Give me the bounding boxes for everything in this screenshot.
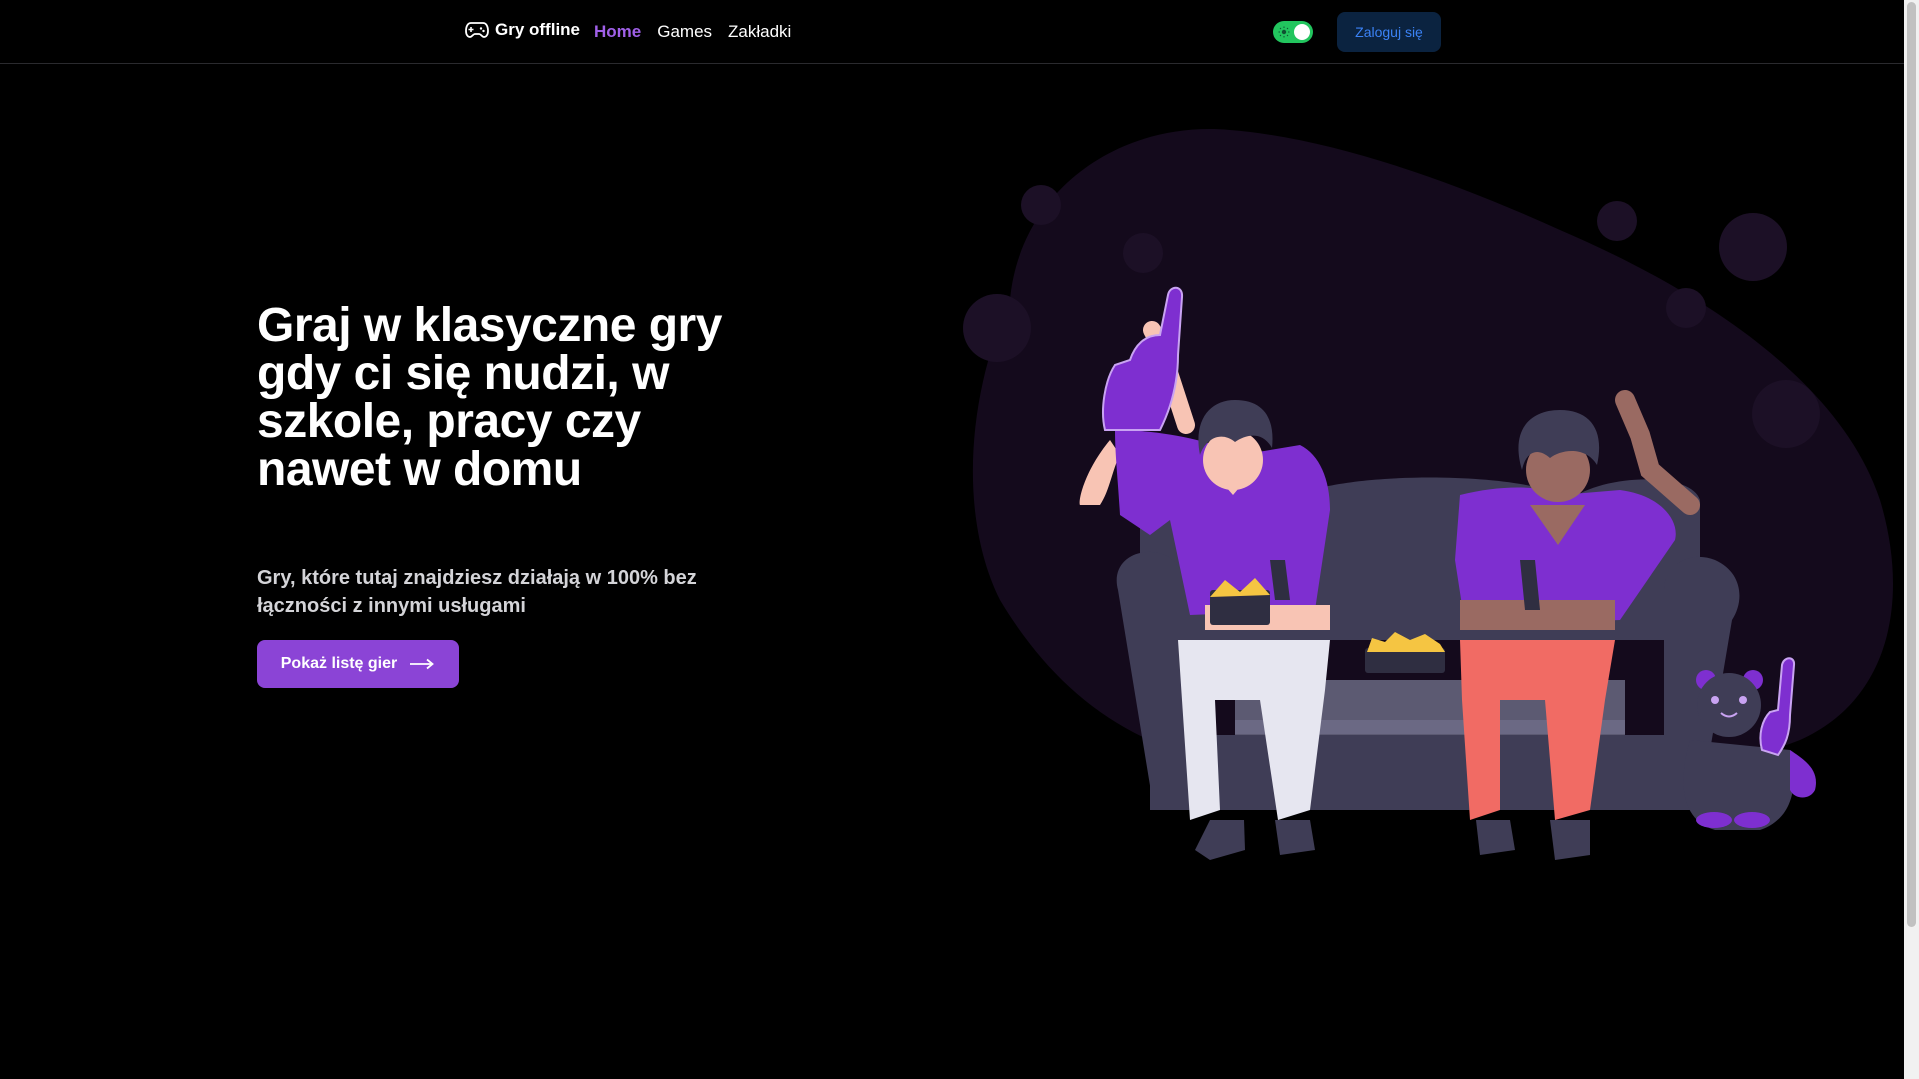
login-button[interactable]: Zaloguj się: [1337, 12, 1441, 52]
nav-link-home[interactable]: Home: [594, 22, 641, 42]
brand-name: Gry offline: [495, 20, 581, 39]
nav-link-games[interactable]: Games: [657, 22, 712, 42]
hero-illustration: [963, 129, 1894, 860]
arrow-right-icon: [410, 658, 435, 670]
brand-link[interactable]: Gry offline: [465, 20, 580, 40]
navbar: Gry offline Home Games Zakładki Zaloguj …: [0, 0, 1904, 64]
nav-links: Home Games Zakładki: [594, 22, 791, 42]
hero-subtitle: Gry, które tutaj znajdziesz działają w 1…: [257, 567, 697, 617]
toggle-knob: [1294, 24, 1310, 40]
hero-title: Graj w klasyczne gry gdy ci się nudzi, w…: [257, 299, 722, 496]
gamepad-icon: [465, 21, 489, 39]
page-scrollbar[interactable]: [1904, 0, 1919, 1079]
scrollbar-thumb[interactable]: [1907, 2, 1916, 927]
page: Gry offline Home Games Zakładki Zaloguj …: [0, 0, 1919, 1079]
show-games-label: Pokaż listę gier: [280, 655, 398, 672]
nav-link-bookmarks[interactable]: Zakładki: [728, 22, 791, 42]
sun-icon: [1278, 26, 1290, 38]
theme-toggle[interactable]: [1273, 21, 1313, 43]
show-games-button[interactable]: Pokaż listę gier: [257, 640, 459, 688]
